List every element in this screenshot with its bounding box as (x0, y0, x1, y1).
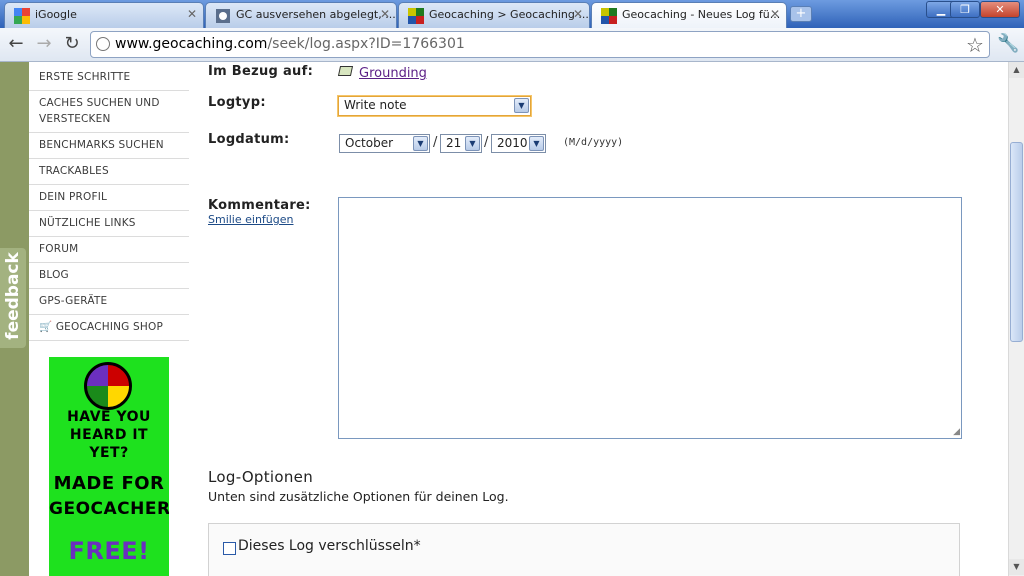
year-select[interactable]: 2010 ▼ (491, 134, 546, 153)
comment-textarea[interactable]: ◢ (338, 197, 962, 439)
page-icon (96, 37, 110, 51)
close-tab-icon[interactable]: ✕ (770, 7, 780, 21)
tab-neues-log[interactable]: Geocaching - Neues Log fü... ✕ (591, 2, 787, 28)
tab-strip: iGoogle ✕ GC ausversehen abgelegt, ... ✕… (0, 0, 1024, 28)
tab-title: GC ausversehen abgelegt, ... (236, 8, 396, 21)
sidebar-item-erste-schritte[interactable]: ERSTE SCHRITTE (29, 65, 189, 91)
encrypt-label: Dieses Log verschlüsseln* (238, 538, 421, 554)
sidebar-item-gps-geraete[interactable]: GPS-GERÄTE (29, 289, 189, 315)
address-bar[interactable]: www.geocaching.com/seek/log.aspx?ID=1766… (90, 31, 990, 58)
sidebar-item-forum[interactable]: FORUM (29, 237, 189, 263)
new-tab-button[interactable]: + (790, 6, 812, 22)
log-form: Im Bezug auf: Grounding Logtyp: Write no… (189, 62, 1008, 576)
sidebar-item-caches-suchen[interactable]: CACHES SUCHEN UND VERSTECKEN (29, 91, 189, 133)
shopping-cart-icon: 🛒 (39, 321, 53, 333)
month-value: October (345, 136, 394, 150)
tab-geocaching-forum[interactable]: Geocaching > Geocaching ... ✕ (398, 2, 590, 28)
ad-text-line5: GEOCACHERS (49, 499, 169, 519)
day-select[interactable]: 21 ▼ (440, 134, 482, 153)
date-separator: / (484, 135, 489, 150)
sidebar-item-blog[interactable]: BLOG (29, 263, 189, 289)
reload-icon[interactable]: ↻ (60, 33, 84, 57)
chevron-down-icon: ▼ (413, 136, 428, 151)
cache-type-icon (337, 66, 354, 76)
close-tab-icon[interactable]: ✕ (380, 7, 390, 21)
log-options-box: Dieses Log verschlüsseln* (208, 523, 960, 576)
sidebar-item-geocaching-shop[interactable]: 🛒 GEOCACHING SHOP (29, 315, 189, 341)
close-tab-icon[interactable]: ✕ (573, 7, 583, 21)
day-value: 21 (446, 136, 462, 150)
chevron-down-icon: ▼ (529, 136, 544, 151)
kommentare-label: Kommentare: (208, 198, 311, 213)
browser-toolbar: ← → ↻ www.geocaching.com/seek/log.aspx?I… (0, 28, 1024, 62)
date-separator: / (433, 135, 438, 150)
tab-title: Geocaching > Geocaching ... (429, 8, 589, 21)
ad-text-line4: MADE FOR (53, 473, 165, 494)
tab-igoogle[interactable]: iGoogle ✕ (4, 2, 204, 28)
month-select[interactable]: October ▼ (339, 134, 430, 153)
ad-text-line2: HEARD IT (69, 427, 149, 443)
back-arrow-icon[interactable]: ← (4, 33, 28, 57)
chevron-down-icon: ▼ (514, 98, 529, 113)
tab-title: iGoogle (35, 8, 77, 21)
geocaching-logo-icon (84, 362, 132, 410)
ad-text-line3: YET? (89, 445, 129, 461)
sidebar-nav: ERSTE SCHRITTE CACHES SUCHEN UND VERSTEC… (29, 62, 189, 576)
chevron-down-icon: ▼ (465, 136, 480, 151)
wrench-menu-icon[interactable]: 🔧 (997, 33, 1019, 54)
sidebar-item-dein-profil[interactable]: DEIN PROFIL (29, 185, 189, 211)
log-options-heading: Log-Optionen (208, 468, 314, 486)
bezug-label: Im Bezug auf: (208, 64, 314, 79)
date-format-hint: (M/d/yyyy) (563, 137, 624, 148)
ad-text-line1: HAVE YOU (67, 409, 151, 425)
year-value: 2010 (497, 136, 528, 150)
ad-text-line6: FREE! (68, 537, 150, 565)
forum-favicon-icon (216, 9, 230, 23)
geocaching-favicon-icon (601, 8, 617, 24)
encrypt-checkbox[interactable] (223, 542, 236, 555)
feedback-tab[interactable]: feedback (0, 248, 26, 348)
logtyp-select[interactable]: Write note ▼ (338, 96, 531, 116)
google-favicon-icon (14, 8, 30, 24)
scroll-thumb[interactable] (1010, 142, 1023, 342)
scroll-up-icon[interactable]: ▲ (1009, 62, 1024, 78)
bookmark-star-icon[interactable]: ☆ (966, 33, 984, 57)
tab-gc-ausversehen[interactable]: GC ausversehen abgelegt, ... ✕ (205, 2, 397, 28)
geocaching-favicon-icon (408, 8, 424, 24)
sidebar-ad-banner[interactable]: HAVE YOU HEARD IT YET? MADE FOR GEOCACHE… (49, 357, 169, 576)
resize-grip-icon[interactable]: ◢ (953, 427, 960, 437)
logtyp-label: Logtyp: (208, 95, 266, 110)
url-path: /seek/log.aspx?ID=1766301 (267, 36, 465, 52)
forward-arrow-icon[interactable]: → (32, 33, 56, 57)
url-host: www.geocaching.com (115, 36, 268, 52)
sidebar-item-trackables[interactable]: TRACKABLES (29, 159, 189, 185)
maximize-button[interactable]: ❐ (950, 1, 980, 18)
scroll-down-icon[interactable]: ▼ (1009, 559, 1024, 575)
sidebar-item-nuetzliche-links[interactable]: NÜTZLICHE LINKS (29, 211, 189, 237)
feedback-label: feedback (3, 252, 23, 340)
page-scrollbar[interactable]: ▲ ▼ (1008, 62, 1024, 576)
sidebar-item-benchmarks[interactable]: BENCHMARKS SUCHEN (29, 133, 189, 159)
log-options-subtitle: Unten sind zusätzliche Optionen für dein… (208, 489, 509, 504)
tab-title: Geocaching - Neues Log fü... (622, 8, 781, 21)
page-viewport: feedback ERSTE SCHRITTE CACHES SUCHEN UN… (0, 62, 1008, 576)
close-window-button[interactable]: ✕ (980, 1, 1020, 18)
close-tab-icon[interactable]: ✕ (187, 7, 197, 21)
logtyp-value: Write note (344, 98, 407, 112)
cache-name-link[interactable]: Grounding (359, 66, 427, 81)
smilie-link[interactable]: Smilie einfügen (208, 213, 294, 226)
logdatum-label: Logdatum: (208, 132, 290, 147)
